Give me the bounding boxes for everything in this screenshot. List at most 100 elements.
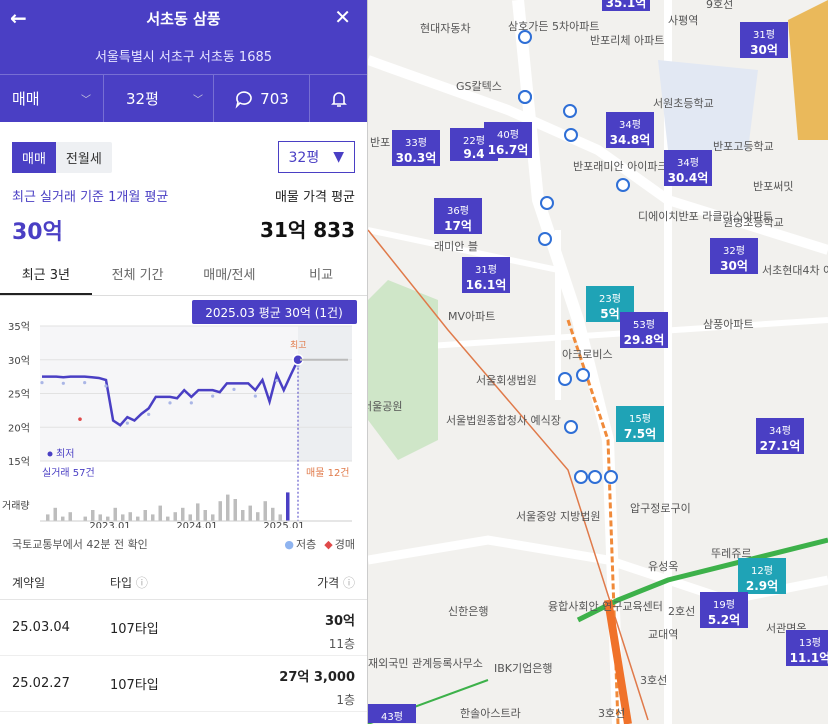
price-pin[interactable]: 31평 30억 xyxy=(740,22,788,58)
map-place-label[interactable]: 유성옥 xyxy=(648,558,678,574)
help-icon[interactable]: ⓘ xyxy=(343,576,355,590)
price-pin[interactable]: 31평 16.1억 xyxy=(462,257,510,293)
col-date: 계약일 xyxy=(12,576,46,590)
tab-compare[interactable]: 비교 xyxy=(275,258,367,295)
price-pin[interactable]: 32평 30억 xyxy=(710,238,758,274)
back-arrow-icon[interactable]: ← xyxy=(10,6,27,30)
segment-rent[interactable]: 전월세 xyxy=(56,142,112,173)
map-view[interactable]: 현대자동차 삼호가든 5차아파트 반포리체 아파트 사평역 9호선 GS칼텍스 서원초등학교… xyxy=(368,0,828,724)
map-place-label[interactable]: 서울법원종합청사 예식장 xyxy=(446,412,561,428)
price-pin[interactable]: 40평 16.7억 xyxy=(484,122,532,158)
table-row[interactable]: 25.02.27 107타입 27억 3,000 1층 xyxy=(0,656,367,712)
comments-button[interactable]: 703 xyxy=(214,75,310,122)
trade-point xyxy=(40,381,44,385)
y-tick-label: 35억 xyxy=(8,321,30,333)
bus-stop-icon[interactable] xyxy=(518,30,532,44)
map-place-label[interactable]: 래미안 블 xyxy=(434,238,478,254)
map-place-label[interactable]: 서초현대4차 아파트 xyxy=(762,262,828,278)
tab-recent-3y[interactable]: 최근 3년 xyxy=(0,258,92,295)
table-row[interactable]: 25.03.04 107타입 30억 11층 xyxy=(0,600,367,656)
trade-point xyxy=(168,401,172,405)
map-place-label[interactable]: 융합사회안 연구교육센터 xyxy=(548,598,663,614)
pin-size: 43평 xyxy=(381,712,403,723)
map-place-label[interactable]: 3호선 xyxy=(598,705,625,721)
trade-type-dropdown[interactable]: 매매 ﹀ xyxy=(0,75,104,122)
size-picker[interactable]: 32평 ▼ xyxy=(277,141,355,173)
map-place-label[interactable]: 서울공원 xyxy=(368,398,402,414)
price-pin[interactable]: 13평 11.1억 xyxy=(786,630,828,666)
bus-stop-icon[interactable] xyxy=(576,368,590,382)
price-pin[interactable]: 19평 5.2억 xyxy=(700,592,748,628)
help-icon[interactable]: ⓘ xyxy=(136,576,148,590)
pin-price: 7.5억 xyxy=(623,427,657,441)
caret-down-icon: ▼ xyxy=(333,149,344,165)
y-tick-label: 30억 xyxy=(8,355,30,367)
pin-price: 2.9억 xyxy=(745,579,779,593)
bus-stop-icon[interactable] xyxy=(538,232,552,246)
volume-label: 거래량 xyxy=(2,500,30,512)
map-place-label[interactable]: 현대자동차 xyxy=(420,20,471,36)
bus-stop-icon[interactable] xyxy=(604,470,618,484)
tab-all-period[interactable]: 전체 기간 xyxy=(92,258,184,295)
map-place-label[interactable]: 2호선 xyxy=(668,603,695,619)
map-place-label[interactable]: 압구정로구이 xyxy=(630,500,691,516)
map-place-label[interactable]: 서울회생법원 xyxy=(476,372,537,388)
map-place-label[interactable]: 재외국민 관계등록사무소 xyxy=(368,655,483,671)
map-place-label[interactable]: MV아파트 xyxy=(448,308,495,324)
map-place-label[interactable]: 삼풍아파트 xyxy=(703,316,754,332)
price-pin[interactable]: 34평 34.8억 xyxy=(606,112,654,148)
map-place-label[interactable]: 반포리체 아파트 xyxy=(590,32,664,48)
price-pin[interactable]: 35.1억 xyxy=(602,0,650,11)
close-icon[interactable]: ✕ xyxy=(334,5,351,29)
map-place-label[interactable]: 아크로비스 xyxy=(562,346,613,362)
map-place-label[interactable]: 신한은행 xyxy=(448,603,488,619)
price-pin[interactable]: 36평 17억 xyxy=(434,198,482,234)
bus-stop-icon[interactable] xyxy=(558,372,572,386)
price-pin[interactable]: 53평 29.8억 xyxy=(620,312,668,348)
bus-stop-icon[interactable] xyxy=(518,90,532,104)
size-dropdown[interactable]: 32평 ﹀ xyxy=(104,75,214,122)
period-tabs: 최근 3년 전체 기간 매매/전세 비교 xyxy=(0,258,367,296)
y-tick-label: 15억 xyxy=(8,456,30,468)
bus-stop-icon[interactable] xyxy=(564,420,578,434)
speech-bubble-icon xyxy=(235,90,252,109)
bus-stop-icon[interactable] xyxy=(616,178,630,192)
map-place-label[interactable]: 한솔아스트라 xyxy=(460,705,521,721)
map-place-label[interactable]: 반포써밋 xyxy=(753,178,793,194)
trade-point xyxy=(104,384,108,388)
volume-bar xyxy=(256,512,260,521)
price-pin[interactable]: 12평 2.9억 xyxy=(738,558,786,594)
price-pin[interactable]: 34평 27.1억 xyxy=(756,418,804,454)
price-pin[interactable]: 43평 xyxy=(368,704,416,723)
price-chart[interactable]: 35억 30억 25억 20억 15억 2025.03 평균 30억 (1건) 최고 최저 실거… xyxy=(0,296,367,532)
map-place-label[interactable]: 교대역 xyxy=(648,626,678,642)
map-place-label[interactable]: 3호선 xyxy=(640,672,667,688)
map-place-label[interactable]: 서울중앙 지방법원 xyxy=(516,508,600,524)
bus-stop-icon[interactable] xyxy=(563,104,577,118)
row-type: 107타입 xyxy=(110,622,159,637)
segment-sale[interactable]: 매매 xyxy=(12,141,56,173)
volume-bar xyxy=(158,505,162,521)
notification-button[interactable] xyxy=(310,75,367,122)
volume-bar xyxy=(263,501,267,521)
price-pin[interactable]: 15평 7.5억 xyxy=(616,406,664,442)
col-type-label: 타입 xyxy=(110,576,133,590)
map-place-label[interactable]: 디에이치반포 라클라스아파트 xyxy=(638,208,773,224)
size-picker-label: 32평 xyxy=(288,150,320,166)
bus-stop-icon[interactable] xyxy=(540,196,554,210)
bus-stop-icon[interactable] xyxy=(588,470,602,484)
map-place-label[interactable]: 9호선 xyxy=(706,0,733,12)
price-pin[interactable]: 33평 30.3억 xyxy=(392,130,440,166)
map-place-label[interactable]: GS칼텍스 xyxy=(456,78,502,94)
pin-price: 5억 xyxy=(600,307,620,321)
map-place-label[interactable]: 서원초등학교 xyxy=(653,95,714,111)
map-place-label[interactable]: 사평역 xyxy=(668,12,698,28)
map-place-label[interactable]: 반포고등학교 xyxy=(713,138,774,154)
map-place-label[interactable]: IBK기업은행 xyxy=(494,660,552,676)
tab-sale-lease[interactable]: 매매/전세 xyxy=(184,258,276,295)
volume-bar xyxy=(113,507,117,521)
volume-bar xyxy=(61,516,65,521)
bus-stop-icon[interactable] xyxy=(564,128,578,142)
price-pin[interactable]: 34평 30.4억 xyxy=(664,150,712,186)
bus-stop-icon[interactable] xyxy=(574,470,588,484)
